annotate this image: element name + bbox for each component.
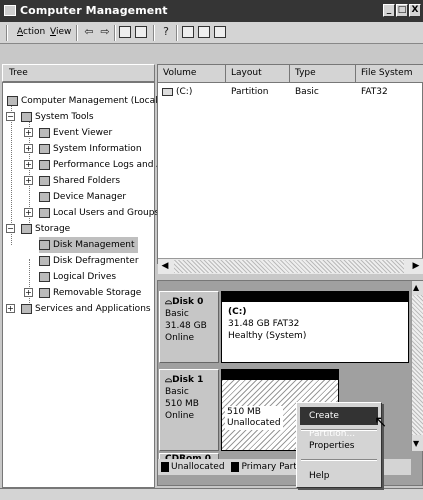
show-hide-tree-icon[interactable]: [135, 26, 147, 38]
event-viewer-icon: [39, 127, 50, 138]
tree-item-event-viewer[interactable]: + Event Viewer: [24, 125, 112, 141]
tree-item-services-applications[interactable]: + Services and Applications: [6, 301, 151, 317]
refresh-icon[interactable]: [182, 26, 194, 38]
computer-management-icon: [4, 5, 16, 16]
disk-1-label[interactable]: ⌓Disk 1 Basic 510 MB Online: [159, 369, 219, 451]
menu-separator: [301, 429, 377, 431]
users-icon: [39, 207, 50, 218]
scrollbar-track[interactable]: [412, 295, 423, 435]
export-icon[interactable]: [214, 26, 226, 38]
tree-item-system-information[interactable]: + System Information: [24, 141, 142, 157]
column-header-file-system[interactable]: File System: [356, 65, 423, 83]
help-menu-item[interactable]: Help: [300, 467, 378, 485]
disk-management-icon: [39, 239, 50, 250]
maximize-button[interactable]: □: [396, 4, 408, 17]
scroll-down-arrow-icon[interactable]: ▼: [413, 439, 419, 448]
scrollbar-track[interactable]: [174, 260, 404, 273]
menu-separator: [301, 459, 377, 461]
expand-icon[interactable]: +: [6, 304, 15, 313]
scroll-up-arrow-icon[interactable]: ▲: [413, 283, 419, 292]
device-manager-icon: [39, 191, 50, 202]
disk-0-label[interactable]: ⌓Disk 0 Basic 31.48 GB Online: [159, 291, 219, 363]
computer-icon: [7, 95, 18, 106]
horizontal-scrollbar[interactable]: ◀ ▶: [158, 258, 423, 274]
tree-item-device-manager[interactable]: Device Manager: [39, 189, 126, 205]
window-title: Computer Management: [20, 4, 168, 17]
system-information-icon: [39, 143, 50, 154]
tree-item-local-users-groups[interactable]: + Local Users and Groups: [24, 205, 159, 221]
shared-folders-icon: [39, 175, 50, 186]
tree-item-storage[interactable]: − Storage: [6, 221, 70, 237]
column-header-layout[interactable]: Layout: [226, 65, 290, 83]
volume-list: Volume Layout Type File System (C:) Part…: [157, 64, 423, 264]
collapse-icon[interactable]: −: [6, 112, 15, 121]
menu-toolbar: Action View ⇦ ⇨ ?: [0, 22, 423, 44]
scroll-right-arrow-icon[interactable]: ▶: [411, 261, 421, 271]
forward-arrow-icon[interactable]: ⇨: [99, 26, 111, 38]
primary-partition-bar: [222, 292, 408, 302]
toolbar-separator: [176, 25, 178, 41]
tree-item-logical-drives[interactable]: Logical Drives: [39, 269, 116, 285]
status-bar: [0, 488, 423, 500]
scroll-left-arrow-icon[interactable]: ◀: [160, 261, 170, 271]
file-system-cell: FAT32: [361, 87, 388, 97]
performance-icon: [39, 159, 50, 170]
column-header-type[interactable]: Type: [290, 65, 356, 83]
console-tree: Computer Management (Local) − System Too…: [2, 82, 182, 488]
unallocated-bar: [222, 370, 338, 380]
drive-icon: [162, 88, 173, 96]
removable-storage-icon: [39, 287, 50, 298]
column-header-volume[interactable]: Volume: [158, 65, 226, 83]
toolbar-grip: [6, 25, 8, 41]
primary-partition-swatch: [231, 461, 240, 472]
expand-icon[interactable]: +: [24, 144, 33, 153]
tree-item-disk-defragmenter[interactable]: Disk Defragmenter: [39, 253, 139, 269]
context-menu: Create Partition... Properties Help: [296, 402, 382, 488]
tree-item-system-tools[interactable]: − System Tools: [6, 109, 94, 125]
help-icon[interactable]: ?: [160, 26, 172, 38]
minimize-button[interactable]: _: [383, 4, 395, 17]
up-folder-icon[interactable]: [119, 26, 131, 38]
storage-icon: [21, 223, 32, 234]
title-bar: Computer Management _ □ X: [0, 0, 423, 22]
table-row[interactable]: (C:) Partition Basic FAT32: [158, 85, 422, 101]
volume-cell: (C:): [176, 87, 193, 97]
tree-item-shared-folders[interactable]: + Shared Folders: [24, 173, 120, 189]
expand-icon[interactable]: +: [24, 128, 33, 137]
system-tools-icon: [21, 111, 32, 122]
partition-c[interactable]: (C:) 31.48 GB FAT32 Healthy (System): [221, 291, 409, 363]
view-menu[interactable]: View: [50, 27, 71, 37]
disk-graphical-view: ⌓Disk 0 Basic 31.48 GB Online (C:) 31.48…: [157, 280, 423, 486]
expand-icon[interactable]: +: [24, 176, 33, 185]
tree-item-disk-management[interactable]: Disk Management: [39, 237, 139, 253]
toolbar-separator: [76, 25, 78, 41]
type-cell: Basic: [295, 87, 319, 97]
back-arrow-icon[interactable]: ⇦: [83, 26, 95, 38]
toolbar-separator: [153, 25, 155, 41]
tree-item-removable-storage[interactable]: + Removable Storage: [24, 285, 141, 301]
vertical-scrollbar[interactable]: ▲ ▼: [411, 281, 423, 451]
tree-tab[interactable]: Tree: [2, 64, 155, 82]
services-icon: [21, 303, 32, 314]
close-button[interactable]: X: [409, 4, 421, 17]
expand-icon[interactable]: +: [24, 160, 33, 169]
tree-item-computer-management[interactable]: Computer Management (Local): [7, 93, 161, 109]
expand-icon[interactable]: +: [24, 208, 33, 217]
defragmenter-icon: [39, 255, 50, 266]
expand-icon[interactable]: +: [24, 288, 33, 297]
unallocated-swatch: [161, 461, 169, 472]
properties-menu-item[interactable]: Properties: [300, 437, 378, 455]
layout-cell: Partition: [231, 87, 269, 97]
action-menu[interactable]: Action: [17, 27, 45, 37]
toolbar-separator: [114, 25, 116, 41]
properties-icon[interactable]: [198, 26, 210, 38]
mouse-pointer-icon: ↖: [374, 412, 388, 431]
create-partition-menu-item[interactable]: Create Partition...: [300, 407, 378, 439]
logical-drives-icon: [39, 271, 50, 282]
collapse-icon[interactable]: −: [6, 224, 15, 233]
